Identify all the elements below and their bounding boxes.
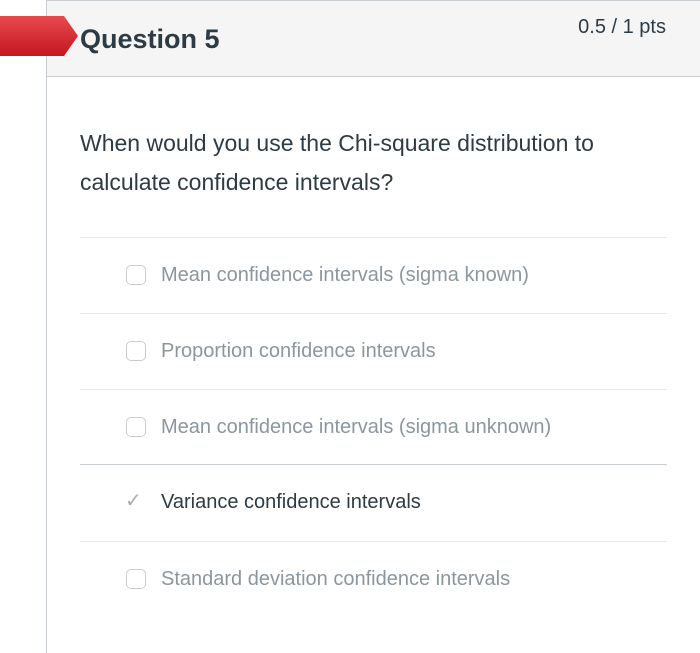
answer-label: Mean confidence intervals (sigma unknown… [161, 416, 552, 438]
answer-list: Mean confidence intervals (sigma known) … [80, 237, 667, 617]
answer-option[interactable]: Proportion confidence intervals [80, 313, 667, 389]
answer-option[interactable]: Standard deviation confidence intervals [80, 541, 667, 617]
answer-option[interactable]: Mean confidence intervals (sigma unknown… [80, 389, 667, 465]
quiz-page: Question 5 0.5 / 1 pts When would you us… [0, 0, 700, 653]
question-flag-icon [0, 16, 78, 56]
question-points: 0.5 / 1 pts [578, 16, 666, 38]
answer-label: Proportion confidence intervals [161, 340, 436, 362]
answer-option-selected[interactable]: ✓ Variance confidence intervals [80, 465, 667, 541]
answer-label: Mean confidence intervals (sigma known) [161, 264, 529, 286]
answer-label: Variance confidence intervals [161, 491, 421, 513]
question-text: When would you use the Chi-square distri… [80, 130, 594, 195]
checkbox-icon[interactable] [126, 569, 146, 589]
answer-option[interactable]: Mean confidence intervals (sigma known) [80, 237, 667, 313]
checkbox-icon[interactable] [126, 341, 146, 361]
checkbox-icon[interactable] [126, 265, 146, 285]
answer-label: Standard deviation confidence intervals [161, 568, 511, 590]
checkbox-icon[interactable] [126, 417, 146, 437]
checkmark-icon[interactable]: ✓ [125, 489, 147, 511]
question-title: Question 5 [80, 24, 220, 54]
